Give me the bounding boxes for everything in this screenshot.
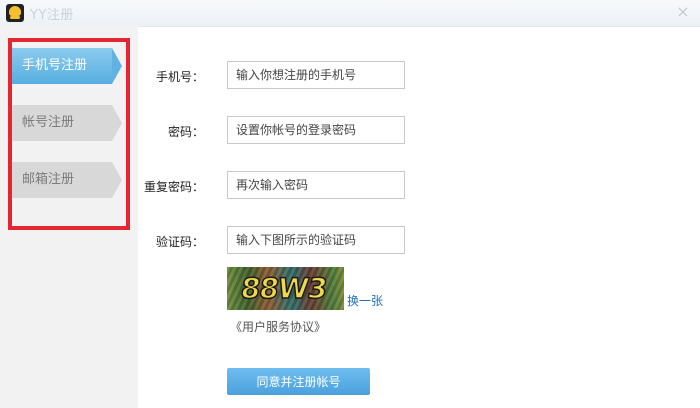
confirm-password-input[interactable]: [227, 171, 405, 199]
password-label: 密码：: [167, 125, 204, 139]
password-input[interactable]: [227, 116, 405, 144]
tab-label: 帐号注册: [22, 115, 75, 130]
yy-logo-icon: [6, 4, 24, 22]
phone-input[interactable]: [227, 61, 405, 89]
tab-label: 手机号注册: [22, 58, 88, 73]
captcha-input[interactable]: [227, 226, 405, 254]
tab-phone-register[interactable]: 手机号注册: [8, 48, 122, 84]
confirm-password-label: 重复密码：: [143, 180, 204, 194]
captcha-image[interactable]: 88W3: [227, 267, 344, 310]
captcha-text: 88W3: [238, 271, 329, 306]
refresh-captcha-link[interactable]: 换一张: [347, 292, 383, 309]
tab-email-register[interactable]: 邮箱注册: [8, 162, 122, 198]
tab-label: 邮箱注册: [22, 172, 75, 187]
tab-account-register[interactable]: 帐号注册: [8, 105, 122, 141]
phone-label: 手机号：: [155, 70, 204, 84]
close-button[interactable]: ×: [676, 4, 690, 20]
user-agreement-link[interactable]: 《用户服务协议》: [230, 318, 326, 335]
captcha-label: 验证码：: [155, 235, 204, 249]
title-bar: YY注册 ×: [0, 0, 700, 27]
window-title: YY注册: [30, 8, 74, 23]
agree-register-button[interactable]: 同意并注册帐号: [227, 368, 370, 395]
